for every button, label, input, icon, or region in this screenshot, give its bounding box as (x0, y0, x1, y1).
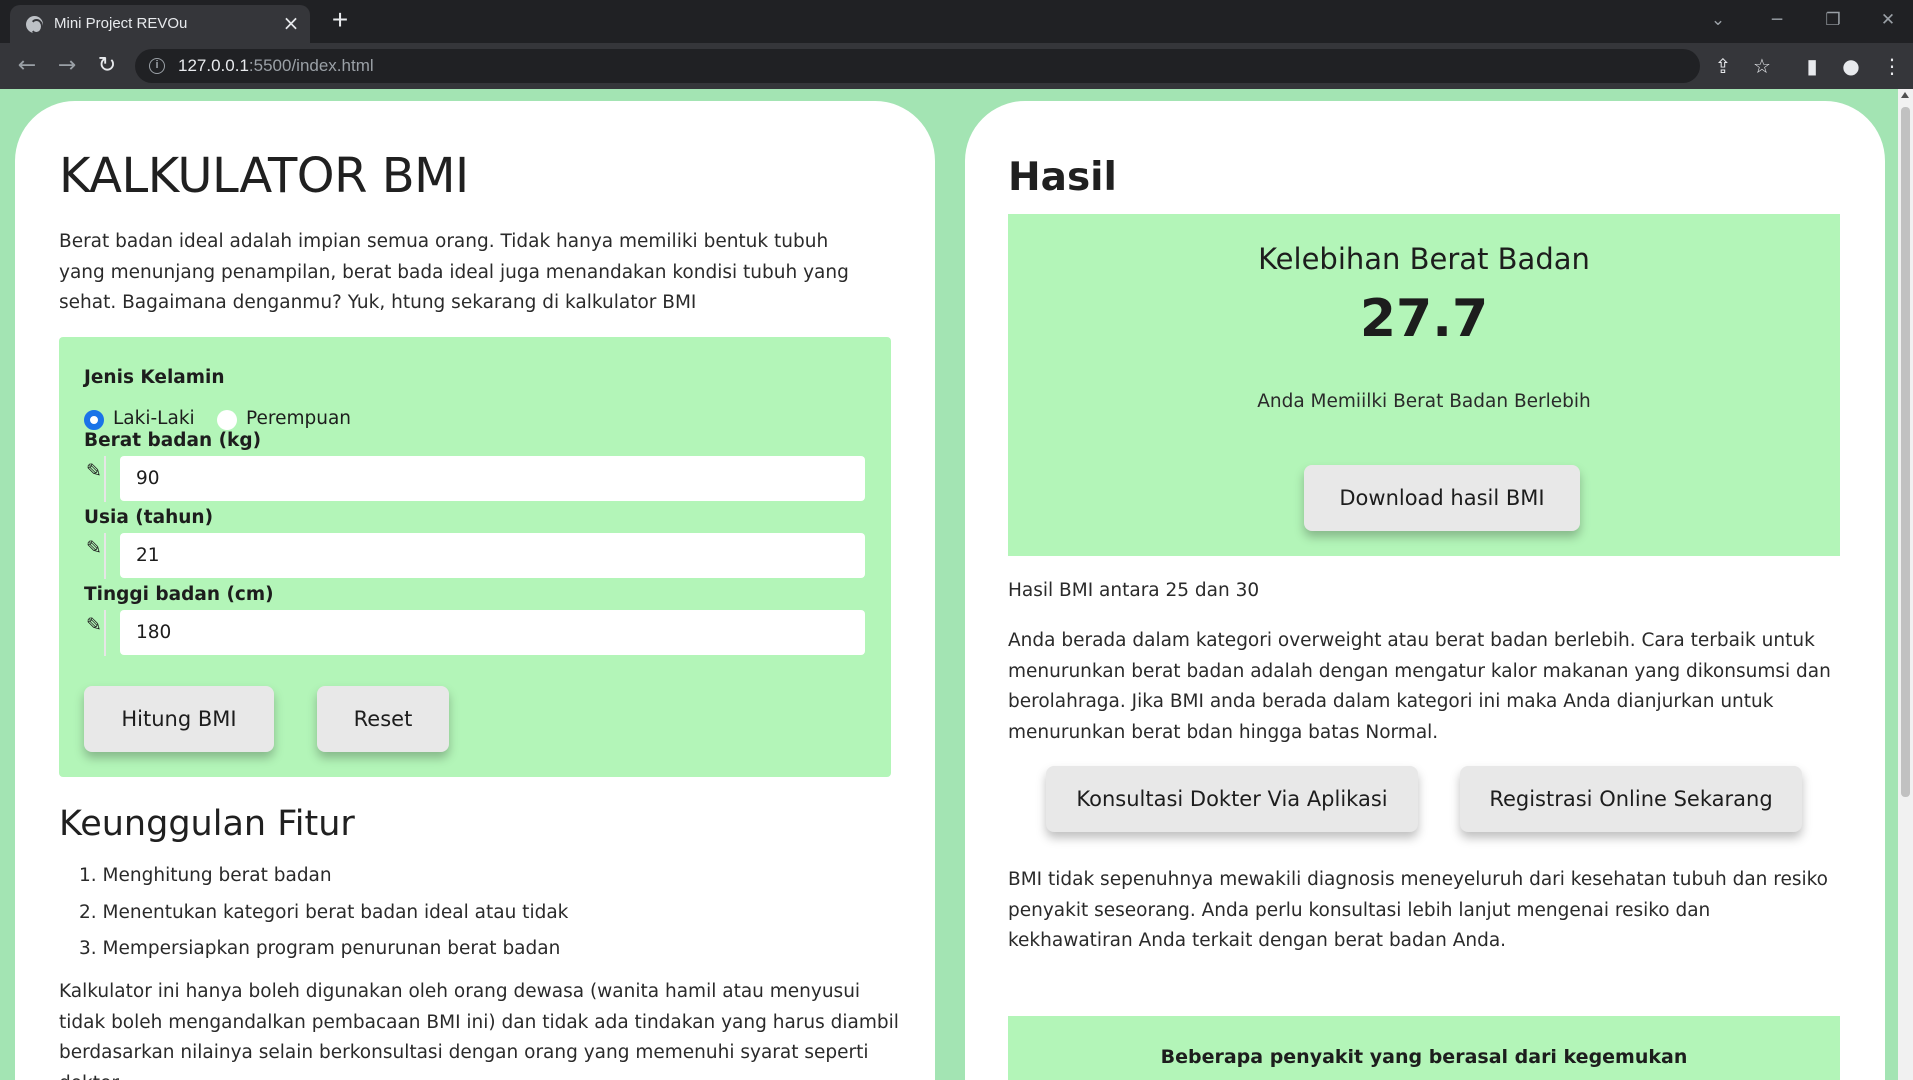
bmi-value: 27.7 (1359, 289, 1489, 349)
height-input[interactable] (120, 610, 865, 655)
bmi-range-text: Hasil BMI antara 25 dan 30 (1008, 580, 1260, 601)
weight-label: Berat badan (kg) (84, 430, 262, 451)
list-item: 3. Mempersiapkan program penurunan berat… (79, 938, 561, 959)
forward-icon[interactable]: → (52, 51, 82, 81)
disclaimer-text: Kalkulator ini hanya boleh digunakan ole… (59, 981, 899, 1080)
bmi-description: Anda Memiilki Berat Badan Berlebih (1257, 391, 1591, 412)
tab-search-icon[interactable]: ⌄ (1703, 6, 1733, 34)
globe-icon (26, 16, 43, 34)
result-title: Hasil (1008, 155, 1117, 200)
consult-doctor-button[interactable]: Konsultasi Dokter Via Aplikasi (1046, 766, 1418, 832)
menu-icon[interactable]: ⋮ (1877, 51, 1907, 81)
result-panel: Kelebihan Berat Badan 27.7 Anda Memiilki… (1008, 214, 1840, 556)
download-button[interactable]: Download hasil BMI (1304, 465, 1580, 531)
edit-icon: ✎ (84, 456, 106, 502)
side-panel-icon[interactable]: ▮ (1797, 51, 1827, 81)
height-label: Tinggi badan (cm) (84, 584, 274, 605)
reset-button[interactable]: Reset (317, 686, 449, 752)
features-title: Keunggulan Fitur (59, 804, 355, 844)
advice-text: Anda berada dalam kategori overweight at… (1008, 630, 1831, 743)
age-label: Usia (tahun) (84, 507, 214, 528)
radio-male-label[interactable]: Laki-Laki (113, 408, 195, 429)
reload-icon[interactable]: ↻ (92, 51, 122, 81)
list-item: 1. Menghitung berat badan (79, 865, 332, 886)
calculate-button[interactable]: Hitung BMI (84, 686, 274, 752)
calculator-card: KALKULATOR BMI Berat badan ideal adalah … (15, 101, 935, 1080)
browser-tab[interactable]: Mini Project REVOu × (10, 5, 310, 43)
radio-female-label[interactable]: Perempuan (246, 408, 351, 429)
address-bar[interactable]: i 127.0.0.1:5500/index.html (135, 49, 1700, 83)
scroll-up-icon[interactable] (1901, 92, 1909, 98)
bmi-category: Kelebihan Berat Badan (1258, 242, 1590, 276)
age-input[interactable] (120, 533, 865, 578)
edit-icon: ✎ (84, 533, 106, 579)
register-online-button[interactable]: Registrasi Online Sekarang (1460, 766, 1802, 832)
page-viewport: KALKULATOR BMI Berat badan ideal adalah … (0, 89, 1913, 1080)
list-item: 2. Menentukan kategori berat badan ideal… (79, 901, 569, 923)
page-title: KALKULATOR BMI (59, 148, 469, 204)
note-text: BMI tidak sepenuhnya mewakili diagnosis … (1008, 869, 1828, 951)
new-tab-icon[interactable]: + (325, 6, 355, 36)
weight-input[interactable] (120, 456, 865, 501)
restore-icon[interactable]: ❐ (1818, 6, 1848, 34)
gender-label: Jenis Kelamin (84, 367, 225, 388)
browser-toolbar: ← → ↻ i 127.0.0.1:5500/index.html ⇪ ☆ ▮ … (0, 43, 1913, 89)
share-icon[interactable]: ⇪ (1708, 51, 1738, 81)
scroll-thumb[interactable] (1901, 107, 1910, 797)
bmi-form: Jenis Kelamin Laki-Laki Perempuan Berat … (59, 337, 891, 777)
radio-male[interactable] (84, 410, 104, 430)
disease-panel: Beberapa penyakit yang berasal dari kege… (1008, 1016, 1840, 1080)
tab-title: Mini Project REVOu (54, 15, 188, 32)
intro-text: Berat badan ideal adalah impian semua or… (59, 231, 849, 313)
features-list: 1. Menghitung berat badan 2. Menentukan … (79, 865, 568, 975)
minimize-icon[interactable]: ─ (1762, 6, 1792, 34)
bookmark-star-icon[interactable]: ☆ (1747, 51, 1777, 81)
radio-female[interactable] (217, 410, 237, 430)
page-scrollbar[interactable] (1898, 89, 1913, 1080)
browser-tabbar: Mini Project REVOu × + ⌄ ─ ❐ ✕ (0, 0, 1913, 43)
back-icon[interactable]: ← (12, 51, 42, 81)
result-card: Hasil Kelebihan Berat Badan 27.7 Anda Me… (965, 101, 1885, 1080)
info-icon[interactable]: i (149, 58, 165, 74)
edit-icon: ✎ (84, 610, 106, 656)
window-close-icon[interactable]: ✕ (1873, 6, 1903, 34)
profile-icon[interactable]: ● (1836, 51, 1866, 81)
close-icon[interactable]: × (280, 12, 302, 34)
url-text[interactable]: 127.0.0.1:5500/index.html (178, 56, 374, 76)
disease-title: Beberapa penyakit yang berasal dari kege… (1160, 1046, 1688, 1068)
